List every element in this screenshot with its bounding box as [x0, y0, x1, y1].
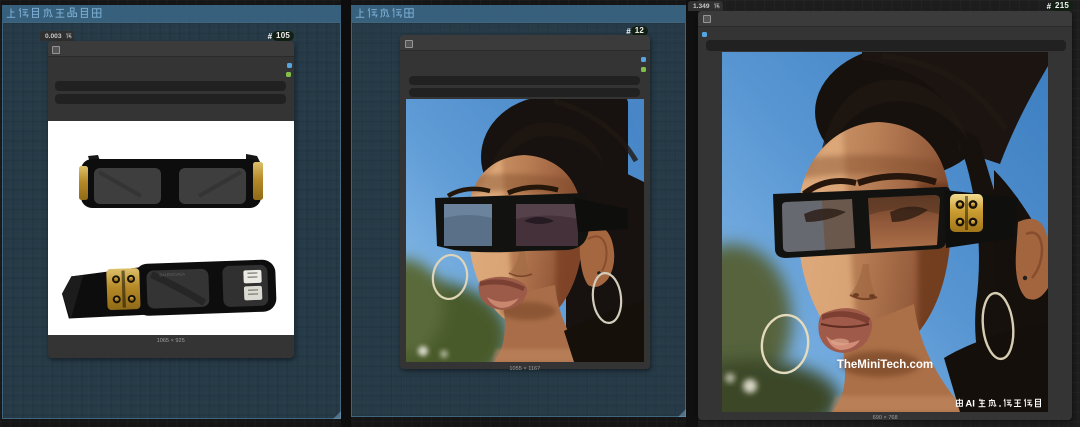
svg-text:AI: AI: [965, 399, 975, 410]
svg-text:BALENCIAGA: BALENCIAGA: [159, 271, 185, 277]
svg-text:TheMiniTech.com: TheMiniTech.com: [837, 359, 933, 371]
svg-text:1.349: 1.349: [693, 3, 710, 10]
svg-text:0.003: 0.003: [45, 33, 62, 40]
